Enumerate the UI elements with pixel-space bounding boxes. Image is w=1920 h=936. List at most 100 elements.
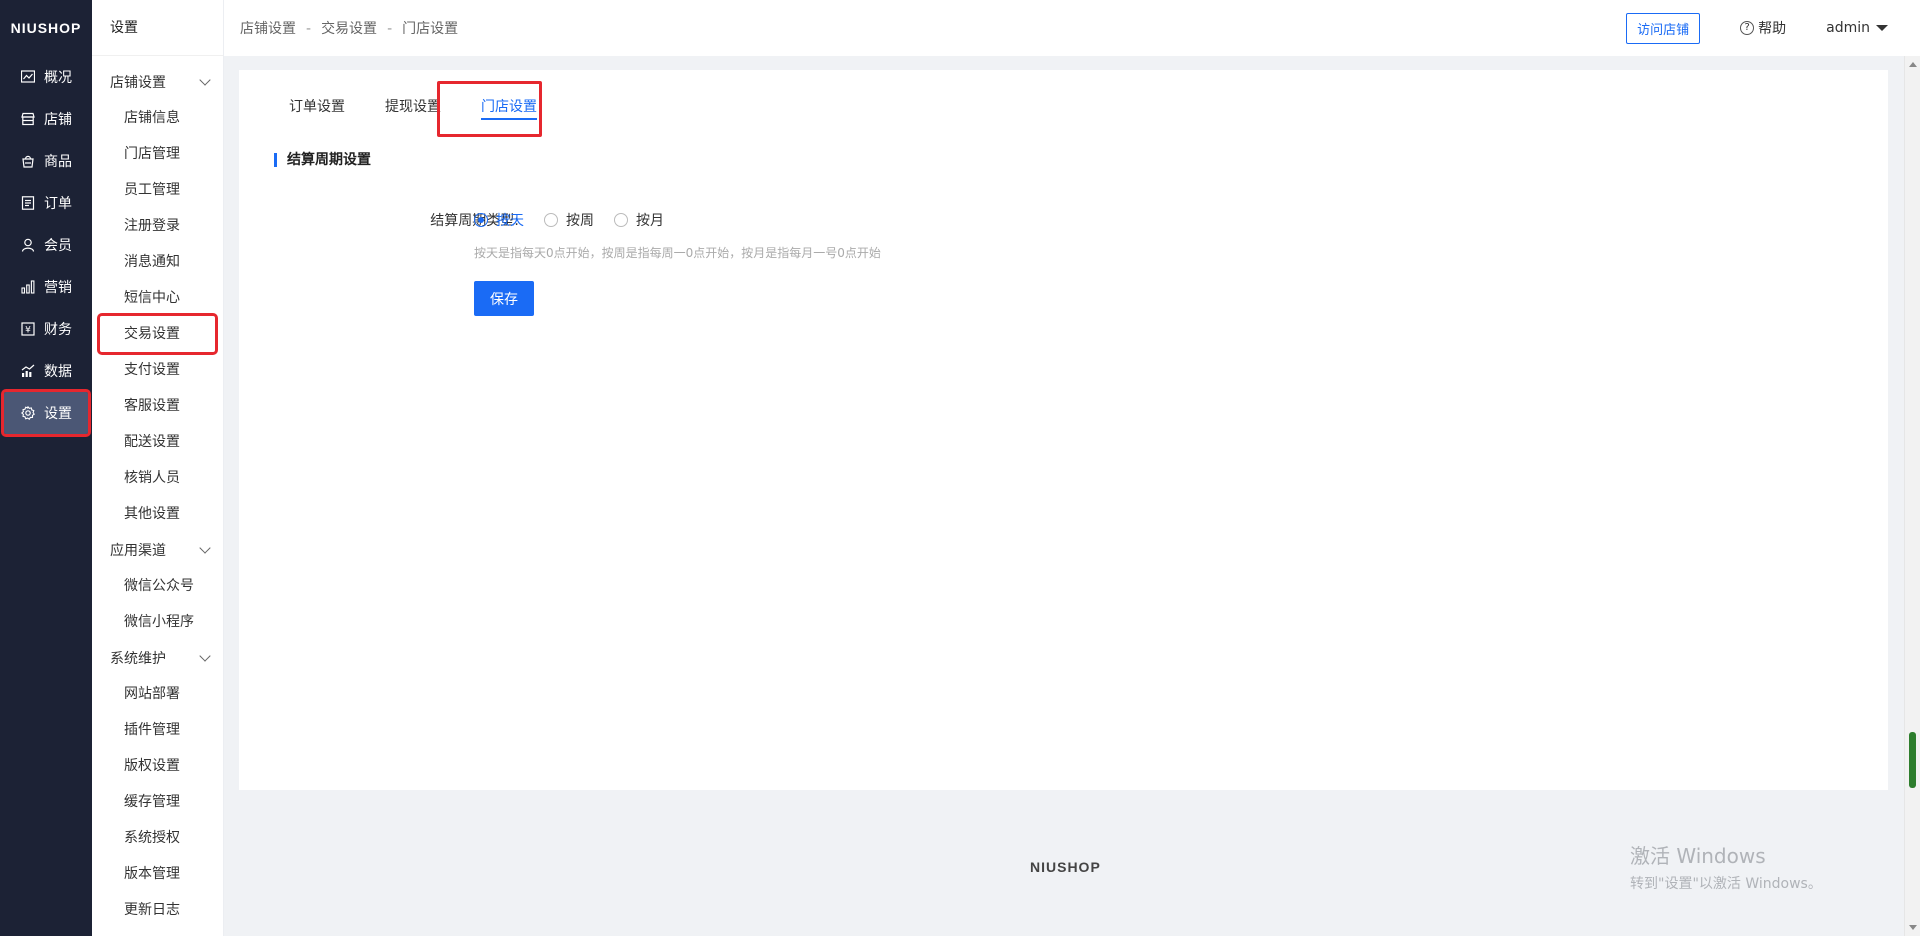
breadcrumb-item[interactable]: 店铺设置: [240, 21, 296, 37]
radio-label: 按天: [496, 213, 524, 229]
nav-item-goods[interactable]: 商品: [0, 140, 92, 182]
submenu-item[interactable]: 缓存管理: [92, 784, 223, 820]
top-bar-actions: 访问店铺 ? 帮助 admin: [1626, 12, 1888, 44]
data-icon: [20, 363, 36, 379]
nav-item-label: 营销: [44, 280, 72, 296]
chevron-down-icon: [199, 74, 211, 86]
breadcrumb: 店铺设置 - 交易设置 - 门店设置: [240, 18, 458, 38]
submenu-group-label: 应用渠道: [110, 543, 166, 559]
submenu-item[interactable]: 更新日志: [92, 892, 223, 928]
submenu-item-trade-settings[interactable]: 交易设置: [97, 313, 218, 355]
tab-store-settings[interactable]: 门店设置: [461, 82, 557, 132]
question-circle-icon: ?: [1740, 21, 1755, 35]
radio-weekly[interactable]: 按周: [544, 210, 594, 230]
submenu-item[interactable]: 网站部署: [92, 676, 223, 712]
nav-item-member[interactable]: 会员: [0, 224, 92, 266]
store-icon: [20, 111, 36, 127]
breadcrumb-item-current: 门店设置: [402, 21, 459, 37]
submenu-group-app-channels[interactable]: 应用渠道: [92, 532, 223, 568]
submenu-item[interactable]: 客服设置: [92, 388, 223, 424]
caret-down-icon: [1876, 25, 1888, 31]
submenu-item[interactable]: 消息通知: [92, 244, 223, 280]
user-menu[interactable]: admin: [1826, 20, 1888, 36]
scroll-down-arrow-icon[interactable]: [1909, 925, 1917, 930]
scrollbar-thumb[interactable]: [1909, 732, 1916, 788]
nav-item-overview[interactable]: 概况: [0, 56, 92, 98]
nav-item-store[interactable]: 店铺: [0, 98, 92, 140]
radio-daily[interactable]: 按天: [474, 210, 524, 230]
submenu-item[interactable]: 短信中心: [92, 280, 223, 316]
settlement-cycle-hint: 按天是指每天0点开始，按周是指每周一0点开始，按月是指每月一号0点开始: [474, 246, 881, 260]
settings-tabs: 订单设置 提现设置 门店设置: [269, 82, 557, 132]
submenu-item[interactable]: 门店管理: [92, 136, 223, 172]
nav-item-finance[interactable]: ¥ 财务: [0, 308, 92, 350]
goods-icon: [20, 153, 36, 169]
marketing-icon: [20, 279, 36, 295]
submenu-group-store-settings[interactable]: 店铺设置: [92, 64, 223, 100]
submenu-item[interactable]: 员工管理: [92, 172, 223, 208]
overview-icon: [20, 69, 36, 85]
help-label: 帮助: [1758, 21, 1787, 37]
radio-label: 按月: [636, 213, 664, 229]
username: admin: [1826, 20, 1870, 36]
nav-item-label: 商品: [44, 154, 72, 170]
nav-item-label: 设置: [44, 406, 72, 422]
submenu-item[interactable]: 版本管理: [92, 856, 223, 892]
windows-activation-watermark: 激活 Windows 转到"设置"以激活 Windows。: [1630, 840, 1822, 893]
app-logo[interactable]: NIUSHOP: [0, 0, 92, 56]
breadcrumb-separator: -: [387, 21, 393, 37]
settings-submenu: 设置 店铺设置 店铺信息 门店管理 员工管理 注册登录 消息通知 短信中心 交易…: [92, 0, 224, 936]
submenu-item[interactable]: 配送设置: [92, 424, 223, 460]
nav-item-data[interactable]: 数据: [0, 350, 92, 392]
radio-checked-icon: [474, 213, 488, 227]
visit-store-button[interactable]: 访问店铺: [1626, 12, 1701, 44]
watermark-subtitle: 转到"设置"以激活 Windows。: [1630, 876, 1822, 892]
order-icon: [20, 195, 36, 211]
submenu-title: 设置: [92, 0, 223, 56]
nav-item-label: 数据: [44, 364, 72, 380]
submenu-item[interactable]: 核销人员: [92, 460, 223, 496]
submenu-item[interactable]: 系统授权: [92, 820, 223, 856]
nav-item-label: 概况: [44, 70, 72, 86]
submenu-item[interactable]: 注册登录: [92, 208, 223, 244]
main-nav-rail: NIUSHOP 概况 店铺 商品 订单 会员 营销 ¥ 财务 数据 设置: [0, 0, 92, 936]
save-button[interactable]: 保存: [474, 281, 534, 316]
svg-text:¥: ¥: [25, 326, 31, 336]
radio-monthly[interactable]: 按月: [614, 210, 664, 230]
submenu-group-label: 系统维护: [110, 651, 166, 667]
nav-item-order[interactable]: 订单: [0, 182, 92, 224]
top-bar: 店铺设置 - 交易设置 - 门店设置 访问店铺 ? 帮助 admin: [224, 0, 1920, 56]
page-scrollbar[interactable]: [1904, 56, 1920, 936]
section-title: 结算周期设置: [274, 153, 371, 167]
help-link[interactable]: ? 帮助: [1740, 18, 1786, 38]
radio-unchecked-icon: [544, 213, 558, 227]
chevron-down-icon: [199, 542, 211, 554]
scroll-up-arrow-icon[interactable]: [1909, 62, 1917, 67]
submenu-item[interactable]: 插件管理: [92, 712, 223, 748]
nav-item-label: 财务: [44, 322, 72, 338]
breadcrumb-item[interactable]: 交易设置: [321, 21, 377, 37]
nav-item-marketing[interactable]: 营销: [0, 266, 92, 308]
member-icon: [20, 237, 36, 253]
submenu-item[interactable]: 版权设置: [92, 748, 223, 784]
submenu-item[interactable]: 其他设置: [92, 496, 223, 532]
nav-item-label: 店铺: [44, 112, 72, 128]
submenu-item[interactable]: 微信小程序: [92, 604, 223, 640]
nav-item-label: 订单: [44, 196, 72, 212]
submenu-item[interactable]: 店铺信息: [92, 100, 223, 136]
tab-order-settings[interactable]: 订单设置: [269, 82, 365, 132]
chevron-down-icon: [199, 650, 211, 662]
submenu-item[interactable]: 支付设置: [92, 352, 223, 388]
watermark-title: 激活 Windows: [1630, 844, 1766, 868]
breadcrumb-separator: -: [306, 21, 312, 37]
finance-icon: ¥: [20, 321, 36, 337]
nav-item-settings[interactable]: 设置: [1, 389, 91, 437]
radio-label: 按周: [566, 213, 594, 229]
tab-withdraw-settings[interactable]: 提现设置: [365, 82, 461, 132]
radio-unchecked-icon: [614, 213, 628, 227]
submenu-item[interactable]: 微信公众号: [92, 568, 223, 604]
nav-item-label: 会员: [44, 238, 72, 254]
submenu-group-system-maintenance[interactable]: 系统维护: [92, 640, 223, 676]
footer-logo: NIUSHOP: [1030, 859, 1101, 875]
submenu-group-label: 店铺设置: [110, 75, 166, 91]
